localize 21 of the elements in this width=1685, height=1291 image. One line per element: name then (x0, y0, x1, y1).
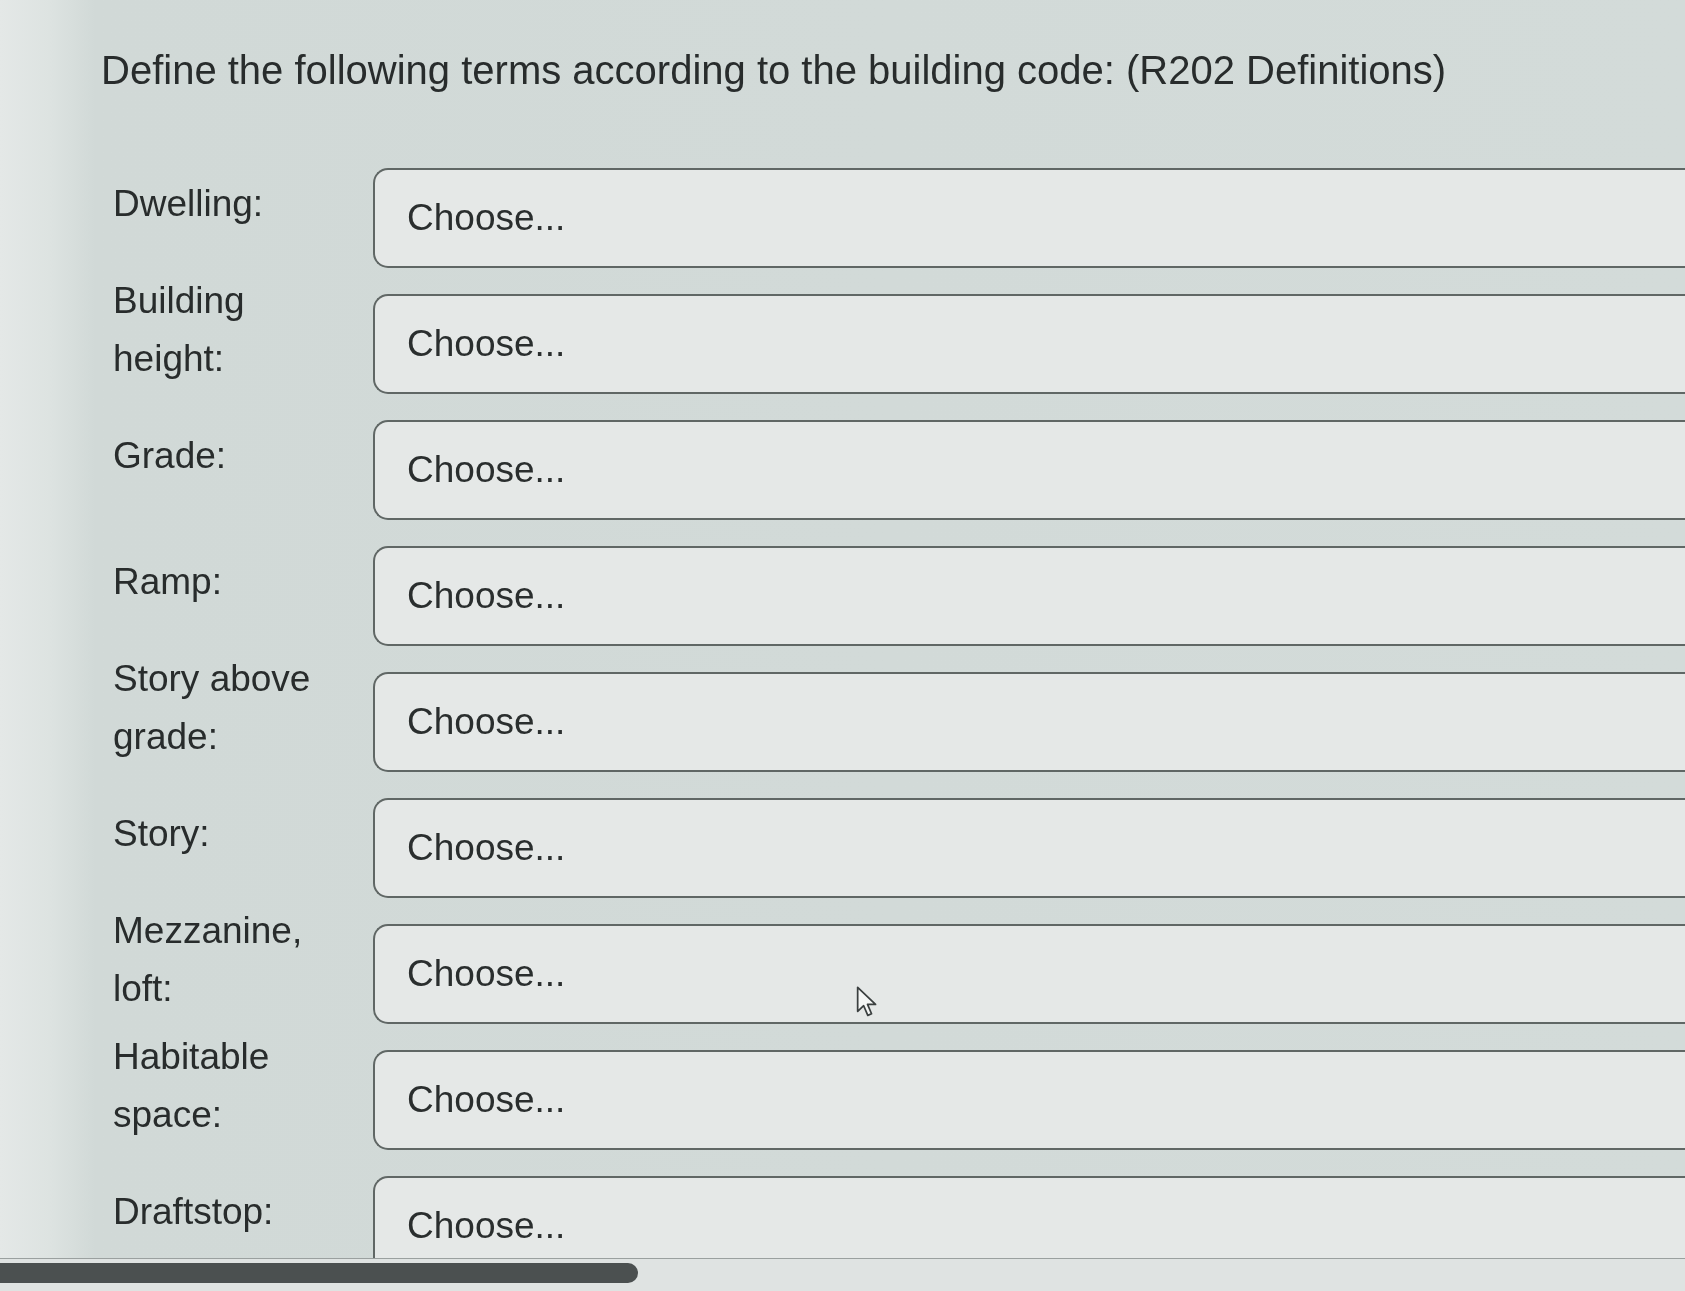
scrollbar-thumb[interactable] (0, 1263, 638, 1283)
pointer-cursor-icon (856, 986, 878, 1018)
select-field[interactable]: Choose... (373, 420, 1685, 520)
select-field[interactable]: Choose... (373, 1176, 1685, 1258)
select-field[interactable]: Choose... (373, 1050, 1685, 1150)
term-label: Habitable space: (113, 1035, 271, 1137)
select-field[interactable]: Choose... (373, 294, 1685, 394)
select-field[interactable]: Choose... (373, 546, 1685, 646)
term-label: Ramp: (113, 560, 222, 604)
term-label: Building height: (113, 279, 246, 381)
term-label: Grade: (113, 434, 227, 478)
select-field[interactable]: Choose... (373, 924, 1685, 1024)
term-label: Draftstop: (113, 1190, 274, 1234)
select-field[interactable]: Choose... (373, 168, 1685, 268)
term-label: Dwelling: (113, 182, 264, 226)
term-label: Story above grade: (113, 657, 312, 759)
term-label: Mezzanine, loft: (113, 909, 304, 1011)
select-field[interactable]: Choose... (373, 672, 1685, 772)
question-title: Define the following terms according to the building code: (R202 Definitions) (101, 47, 1447, 94)
select-field[interactable]: Choose... (373, 798, 1685, 898)
term-label: Story: (113, 812, 210, 856)
